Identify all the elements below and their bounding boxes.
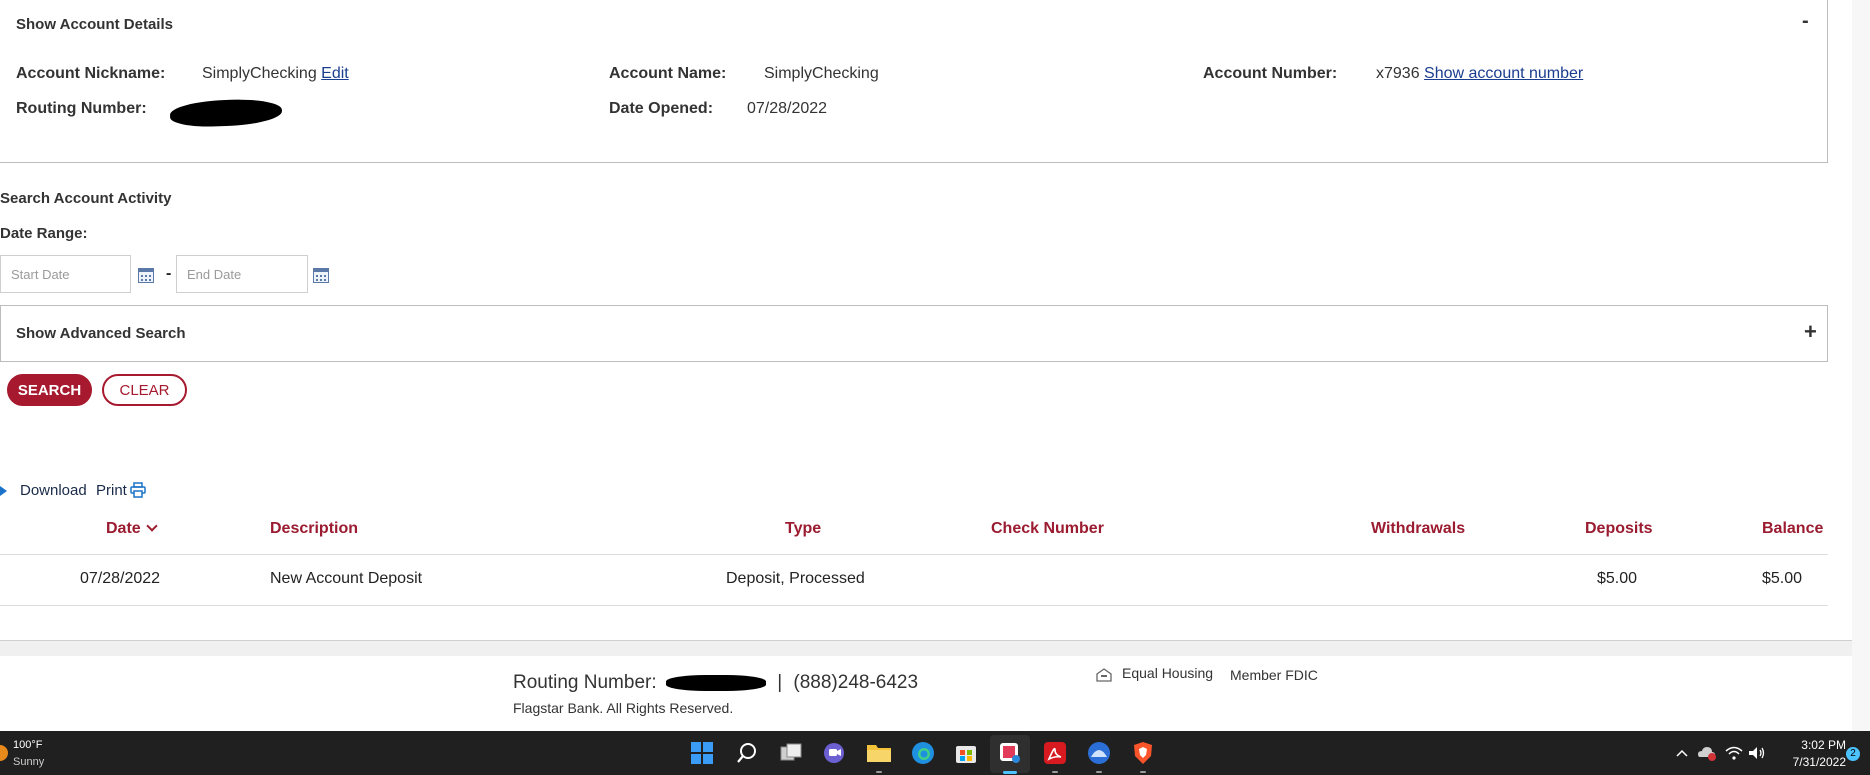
weather-temp[interactable]: 100°F (13, 739, 42, 751)
date-opened-value: 07/28/2022 (747, 100, 828, 117)
onedrive-error-icon[interactable] (1697, 745, 1717, 761)
column-header-date-label: Date (106, 520, 141, 537)
acrobat-icon[interactable] (1043, 741, 1067, 765)
clock-time[interactable]: 3:02 PM (1786, 738, 1846, 752)
teams-chat-icon[interactable] (822, 741, 846, 765)
printer-icon[interactable] (130, 482, 146, 498)
start-date-input[interactable] (0, 255, 131, 293)
vpn-running-indicator (1096, 771, 1102, 773)
equal-housing-icon (1096, 668, 1112, 682)
sort-descending-icon[interactable] (146, 520, 158, 532)
routing-number-label: Routing Number: (16, 100, 147, 117)
print-link[interactable]: Print (96, 482, 127, 499)
start-date-calendar-icon[interactable] (138, 268, 154, 283)
download-link[interactable]: Download (20, 482, 87, 499)
notification-badge[interactable]: 2 (1846, 747, 1860, 761)
row-deposits: $5.00 (1597, 570, 1638, 587)
clock-date[interactable]: 7/31/2022 (1782, 755, 1846, 769)
wifi-icon[interactable] (1725, 746, 1743, 760)
column-header-balance[interactable]: Balance (1762, 520, 1823, 538)
windows-taskbar: 100°F Sunny 3:02 PM 7/31/2022 2 (0, 731, 1870, 775)
date-opened-label: Date Opened: (609, 100, 714, 117)
weather-icon[interactable] (0, 745, 8, 761)
advanced-search-label[interactable]: Show Advanced Search (16, 325, 186, 342)
row-description: New Account Deposit (270, 570, 423, 587)
microsoft-store-icon[interactable] (954, 741, 978, 765)
account-nickname-text: SimplyChecking (202, 65, 317, 82)
file-explorer-icon[interactable] (866, 741, 892, 765)
member-fdic-label: Member FDIC (1230, 667, 1318, 683)
advanced-search-expand-icon[interactable]: + (1804, 319, 1817, 345)
account-number-label: Account Number: (1203, 65, 1338, 82)
account-name-value: SimplyChecking (764, 65, 879, 82)
snipping-tool-active-indicator (1003, 771, 1017, 774)
brave-browser-icon[interactable] (1131, 741, 1155, 765)
show-account-number-link[interactable]: Show account number (1424, 65, 1583, 82)
table-bottom-divider (0, 605, 1828, 606)
task-view-icon[interactable] (779, 741, 803, 765)
column-header-type[interactable]: Type (785, 520, 821, 538)
column-header-date[interactable]: Date (106, 520, 158, 538)
column-header-withdrawals[interactable]: Withdrawals (1371, 520, 1465, 538)
footer-routing-redaction (665, 674, 766, 691)
footer-copyright: Flagstar Bank. All Rights Reserved. (513, 700, 734, 716)
tray-overflow-chevron-icon[interactable] (1676, 747, 1688, 759)
snipping-tool-icon[interactable] (998, 741, 1022, 765)
row-date: 07/28/2022 (80, 570, 161, 587)
end-date-calendar-icon[interactable] (313, 268, 329, 283)
row-type: Deposit, Processed (726, 570, 865, 587)
footer-phone[interactable]: (888)248-6423 (793, 672, 918, 693)
taskbar-search-icon[interactable] (735, 741, 759, 765)
expand-arrow-icon[interactable] (0, 486, 7, 496)
end-date-input[interactable] (176, 255, 308, 293)
clear-button[interactable]: CLEAR (102, 374, 187, 406)
account-details-header[interactable]: Show Account Details (16, 16, 173, 33)
column-header-deposits[interactable]: Deposits (1585, 520, 1653, 538)
account-nickname-label: Account Nickname: (16, 65, 166, 82)
date-range-label: Date Range: (0, 225, 88, 242)
equal-housing-label: Equal Housing (1122, 665, 1214, 681)
account-number-masked: x7936 (1376, 65, 1420, 82)
account-name-label: Account Name: (609, 65, 727, 82)
vpn-app-icon[interactable] (1087, 741, 1111, 765)
edit-nickname-link[interactable]: Edit (321, 65, 349, 82)
footer-routing-label: Routing Number: (513, 672, 657, 693)
page-scrollbar-track[interactable] (1852, 0, 1870, 731)
volume-icon[interactable] (1748, 746, 1766, 760)
footer-routing: Routing Number: | (888)248-6423 (513, 672, 918, 694)
content-bottom-border (0, 640, 1853, 656)
windows-start-icon[interactable] (690, 741, 714, 765)
file-explorer-running-indicator (876, 771, 882, 773)
footer-separator: | (777, 672, 783, 693)
acrobat-running-indicator (1052, 771, 1058, 773)
account-nickname-value: SimplyChecking Edit (202, 65, 349, 83)
row-balance: $5.00 (1762, 570, 1803, 587)
column-header-check-number[interactable]: Check Number (991, 520, 1104, 538)
edge-browser-icon[interactable] (911, 741, 935, 765)
search-activity-title: Search Account Activity (0, 190, 172, 207)
date-range-separator: - (166, 265, 172, 282)
account-number-value: x7936 Show account number (1376, 65, 1583, 83)
advanced-search-panel[interactable] (0, 305, 1828, 362)
collapse-toggle[interactable]: - (1802, 10, 1809, 33)
brave-running-indicator (1140, 771, 1146, 773)
column-header-description[interactable]: Description (270, 520, 358, 538)
search-button[interactable]: SEARCH (7, 374, 92, 406)
weather-desc[interactable]: Sunny (13, 756, 44, 768)
